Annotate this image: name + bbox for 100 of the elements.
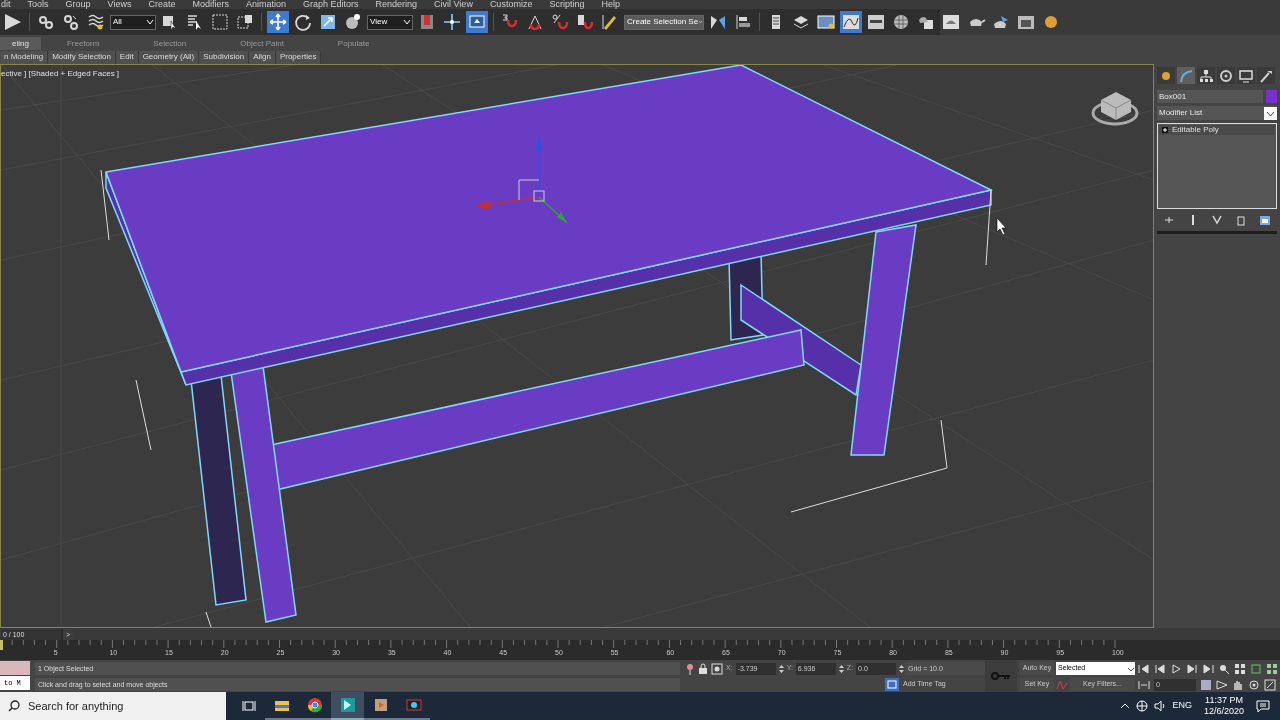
orbit-icon[interactable] xyxy=(1248,678,1260,691)
colorful-app-icon xyxy=(404,696,423,714)
menu-item[interactable]: Customize xyxy=(489,0,533,9)
zoom-extents-icon[interactable] xyxy=(1250,662,1262,675)
spinner-icon[interactable] xyxy=(778,662,784,675)
viewport-label[interactable]: ective ] [Shaded + Edged Faces ] xyxy=(1,68,120,80)
skip-start-icon[interactable] xyxy=(1138,662,1150,675)
viewcube-icon xyxy=(1091,92,1139,126)
rotate-icon xyxy=(293,12,313,32)
dropdown-value: Create Selection Se xyxy=(627,16,699,28)
ribbon-panel-button[interactable]: Subdivision xyxy=(199,50,250,64)
command-panel-tab[interactable] xyxy=(1197,67,1215,84)
play-arrow-app-icon xyxy=(338,696,357,714)
ribbon-tab[interactable]: Object Paint xyxy=(228,37,296,50)
curve-icon xyxy=(1178,67,1194,84)
clock-date[interactable]: 12/6/2020 xyxy=(1203,706,1244,717)
unlink-icon xyxy=(61,12,81,32)
menu-item[interactable]: dit xyxy=(1,0,11,9)
menu-item[interactable]: Civil View xyxy=(434,0,473,9)
menu-item[interactable]: Views xyxy=(107,0,132,9)
checker-sphere-icon xyxy=(891,12,911,32)
command-panel-tab[interactable] xyxy=(1237,67,1255,84)
ribbon-panel-button[interactable]: n Modeling xyxy=(0,50,49,64)
browser-icon xyxy=(305,696,324,714)
command-panel-tab[interactable] xyxy=(1217,67,1235,84)
step-back-icon[interactable] xyxy=(1154,662,1166,675)
panel-window-icon xyxy=(866,12,886,32)
step-forward-icon[interactable] xyxy=(1186,662,1198,675)
ribbon-tab[interactable]: Populate xyxy=(325,37,382,50)
move-icon xyxy=(268,12,288,32)
lock-icon[interactable] xyxy=(698,662,708,675)
search-icon xyxy=(8,700,20,712)
ribbon-tab[interactable]: Selection xyxy=(141,37,199,50)
field-of-view-icon[interactable] xyxy=(1216,678,1228,691)
chevron-up-icon[interactable] xyxy=(1120,701,1131,711)
menu-item[interactable]: Group xyxy=(65,0,91,9)
taskbar-app[interactable] xyxy=(331,692,364,720)
menu-item[interactable]: Help xyxy=(601,0,620,9)
ribbon-tab[interactable]: Freeform xyxy=(54,37,112,50)
crosshair-icon xyxy=(442,12,462,32)
selection-set-dropdown[interactable]: Create Selection Se xyxy=(624,14,704,30)
ribbon-tab[interactable]: eling xyxy=(0,37,41,50)
fork-icon[interactable] xyxy=(1211,214,1223,226)
speaker-icon[interactable] xyxy=(1154,700,1167,712)
selection-filter-dropdown[interactable]: All xyxy=(110,14,156,30)
sphere-place-icon xyxy=(343,12,363,32)
grid-view-icon[interactable] xyxy=(1234,662,1246,675)
notification-icon[interactable] xyxy=(1256,699,1270,713)
command-panel-tab[interactable] xyxy=(1157,67,1175,84)
configure-icon[interactable] xyxy=(1259,214,1271,226)
modifier-stack-item[interactable]: Editable Poly xyxy=(1159,125,1275,135)
menu-item[interactable]: Modifiers xyxy=(192,0,229,9)
curve-editor-icon xyxy=(841,12,861,32)
zoom-icon[interactable] xyxy=(1218,662,1230,675)
hierarchy-icon xyxy=(1198,67,1214,84)
expand-toggle-icon[interactable] xyxy=(1162,127,1168,133)
isolate-icon[interactable] xyxy=(685,662,695,675)
mouse-cursor-icon xyxy=(996,217,1007,236)
menu-item[interactable]: Create xyxy=(148,0,176,9)
toolbar-button[interactable] xyxy=(441,11,463,33)
clock-time[interactable]: 11:37 PM xyxy=(1205,695,1243,706)
pan-hand-icon[interactable] xyxy=(1232,678,1244,691)
object-color-swatch[interactable] xyxy=(1266,90,1277,103)
ribbon-panel-button[interactable]: Align xyxy=(249,50,276,64)
key-mode-icon[interactable] xyxy=(1138,678,1150,691)
command-panel-tab[interactable] xyxy=(1257,67,1275,84)
reference-coordinate-dropdown[interactable]: View xyxy=(367,14,413,30)
object-name-field[interactable]: Box001 xyxy=(1157,90,1263,103)
menu-item[interactable]: Graph Editors xyxy=(302,0,359,9)
time-tag-icon[interactable] xyxy=(885,678,899,691)
ribbon-panel-button[interactable]: Modify Selection xyxy=(48,50,116,64)
ribbon-panel-button[interactable]: Edit xyxy=(115,50,139,64)
search-box[interactable]: Search for anything xyxy=(0,692,226,720)
ribbon-panel-button[interactable]: Properties xyxy=(275,50,322,64)
viewport[interactable]: ective ] [Shaded + Edged Faces ] xyxy=(0,64,1154,628)
frame-window-icon xyxy=(941,12,961,32)
search-field[interactable]: Search for anything xyxy=(28,697,208,715)
time-config-icon[interactable] xyxy=(1200,678,1212,691)
play-icon[interactable] xyxy=(1170,662,1182,675)
ribbon-panel-button[interactable]: Geometry (All) xyxy=(138,50,200,64)
language-indicator[interactable]: ENG xyxy=(1172,699,1192,713)
menu-item[interactable]: Scripting xyxy=(549,0,585,9)
window-crossing-icon xyxy=(235,12,255,32)
percent-snap-icon xyxy=(550,12,570,32)
maximize-icon[interactable] xyxy=(1264,678,1276,691)
skip-end-icon[interactable] xyxy=(1202,662,1214,675)
move-gizmo-icon xyxy=(475,137,568,224)
spinner-icon[interactable] xyxy=(838,662,844,675)
dropdown-value: Modifier List xyxy=(1159,107,1203,119)
transform-mode-icon[interactable] xyxy=(711,662,723,675)
align-icon xyxy=(733,12,753,32)
zoom-extents-all-icon[interactable] xyxy=(1266,662,1278,675)
modifier-stack-list[interactable]: Editable Poly xyxy=(1157,123,1277,209)
listener-input-field[interactable] xyxy=(0,661,30,675)
globe-icon[interactable] xyxy=(1136,700,1149,712)
menu-item[interactable]: Rendering xyxy=(375,0,418,9)
dropdown-value: View xyxy=(370,16,388,28)
menu-item[interactable]: Tools xyxy=(27,0,49,9)
modifier-list-dropdown[interactable]: Modifier List xyxy=(1157,106,1277,120)
menu-item[interactable]: Animation xyxy=(245,0,286,9)
